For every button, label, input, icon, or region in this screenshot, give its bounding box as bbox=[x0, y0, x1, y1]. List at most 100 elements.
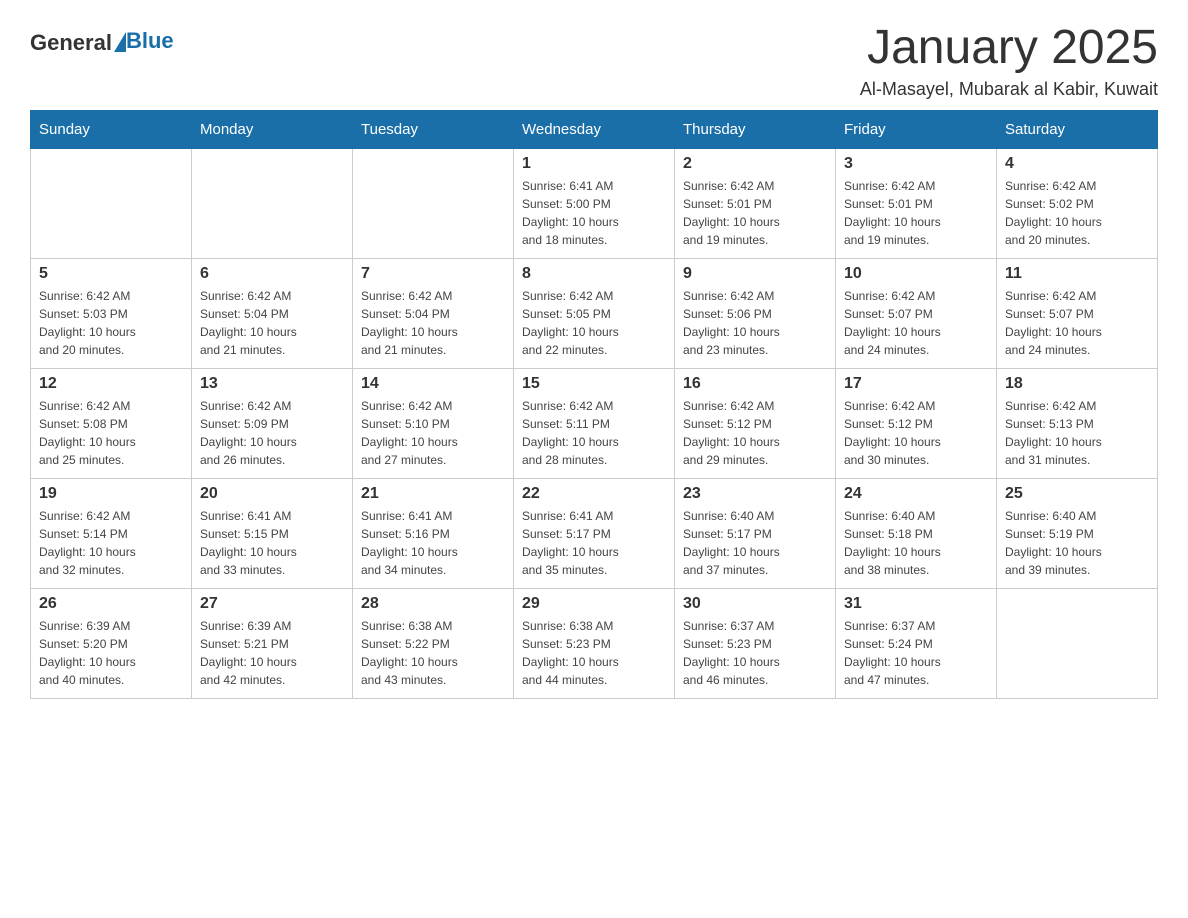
location-subtitle: Al-Masayel, Mubarak al Kabir, Kuwait bbox=[860, 79, 1158, 100]
calendar-cell: 27 Sunrise: 6:39 AM Sunset: 5:21 PM Dayli… bbox=[192, 589, 353, 699]
day-number: 27 bbox=[200, 595, 344, 613]
day-number: 4 bbox=[1005, 155, 1149, 173]
title-area: January 2025 Al-Masayel, Mubarak al Kabi… bbox=[860, 20, 1158, 100]
calendar-week-3: 12 Sunrise: 6:42 AM Sunset: 5:08 PM Dayli… bbox=[31, 369, 1158, 479]
day-info: Sunrise: 6:42 AM Sunset: 5:01 PM Dayligh… bbox=[683, 177, 827, 249]
day-info: Sunrise: 6:42 AM Sunset: 5:09 PM Dayligh… bbox=[200, 397, 344, 469]
day-number: 12 bbox=[39, 375, 183, 393]
day-number: 8 bbox=[522, 265, 666, 283]
calendar-cell bbox=[997, 589, 1158, 699]
day-number: 13 bbox=[200, 375, 344, 393]
calendar-cell: 30 Sunrise: 6:37 AM Sunset: 5:23 PM Dayli… bbox=[675, 589, 836, 699]
calendar-cell: 29 Sunrise: 6:38 AM Sunset: 5:23 PM Dayli… bbox=[514, 589, 675, 699]
day-number: 26 bbox=[39, 595, 183, 613]
day-info: Sunrise: 6:40 AM Sunset: 5:17 PM Dayligh… bbox=[683, 507, 827, 579]
day-number: 18 bbox=[1005, 375, 1149, 393]
day-number: 16 bbox=[683, 375, 827, 393]
day-info: Sunrise: 6:42 AM Sunset: 5:12 PM Dayligh… bbox=[844, 397, 988, 469]
day-info: Sunrise: 6:41 AM Sunset: 5:00 PM Dayligh… bbox=[522, 177, 666, 249]
calendar-cell bbox=[353, 149, 514, 259]
day-number: 17 bbox=[844, 375, 988, 393]
day-info: Sunrise: 6:39 AM Sunset: 5:20 PM Dayligh… bbox=[39, 617, 183, 689]
day-info: Sunrise: 6:41 AM Sunset: 5:17 PM Dayligh… bbox=[522, 507, 666, 579]
day-number: 10 bbox=[844, 265, 988, 283]
day-info: Sunrise: 6:39 AM Sunset: 5:21 PM Dayligh… bbox=[200, 617, 344, 689]
day-info: Sunrise: 6:42 AM Sunset: 5:07 PM Dayligh… bbox=[1005, 287, 1149, 359]
day-info: Sunrise: 6:42 AM Sunset: 5:05 PM Dayligh… bbox=[522, 287, 666, 359]
calendar-cell: 22 Sunrise: 6:41 AM Sunset: 5:17 PM Dayli… bbox=[514, 479, 675, 589]
header-tuesday: Tuesday bbox=[353, 111, 514, 149]
day-number: 14 bbox=[361, 375, 505, 393]
day-info: Sunrise: 6:42 AM Sunset: 5:04 PM Dayligh… bbox=[361, 287, 505, 359]
day-number: 9 bbox=[683, 265, 827, 283]
day-number: 2 bbox=[683, 155, 827, 173]
day-info: Sunrise: 6:42 AM Sunset: 5:14 PM Dayligh… bbox=[39, 507, 183, 579]
calendar-cell: 7 Sunrise: 6:42 AM Sunset: 5:04 PM Daylig… bbox=[353, 259, 514, 369]
calendar-cell: 3 Sunrise: 6:42 AM Sunset: 5:01 PM Daylig… bbox=[836, 149, 997, 259]
calendar-cell: 5 Sunrise: 6:42 AM Sunset: 5:03 PM Daylig… bbox=[31, 259, 192, 369]
header-sunday: Sunday bbox=[31, 111, 192, 149]
calendar-week-5: 26 Sunrise: 6:39 AM Sunset: 5:20 PM Dayli… bbox=[31, 589, 1158, 699]
calendar-cell: 12 Sunrise: 6:42 AM Sunset: 5:08 PM Dayli… bbox=[31, 369, 192, 479]
day-info: Sunrise: 6:41 AM Sunset: 5:15 PM Dayligh… bbox=[200, 507, 344, 579]
calendar-cell: 14Sunrise: 6:42 AM Sunset: 5:10 PM Dayli… bbox=[353, 369, 514, 479]
calendar-cell: 26 Sunrise: 6:39 AM Sunset: 5:20 PM Dayli… bbox=[31, 589, 192, 699]
calendar-cell: 20 Sunrise: 6:41 AM Sunset: 5:15 PM Dayli… bbox=[192, 479, 353, 589]
calendar-cell: 13 Sunrise: 6:42 AM Sunset: 5:09 PM Dayli… bbox=[192, 369, 353, 479]
day-info: Sunrise: 6:42 AM Sunset: 5:08 PM Dayligh… bbox=[39, 397, 183, 469]
calendar-cell: 16Sunrise: 6:42 AM Sunset: 5:12 PM Dayli… bbox=[675, 369, 836, 479]
day-info: Sunrise: 6:42 AM Sunset: 5:06 PM Dayligh… bbox=[683, 287, 827, 359]
day-number: 20 bbox=[200, 485, 344, 503]
day-info: Sunrise: 6:37 AM Sunset: 5:23 PM Dayligh… bbox=[683, 617, 827, 689]
header-monday: Monday bbox=[192, 111, 353, 149]
header-friday: Friday bbox=[836, 111, 997, 149]
calendar-week-4: 19Sunrise: 6:42 AM Sunset: 5:14 PM Dayli… bbox=[31, 479, 1158, 589]
day-number: 6 bbox=[200, 265, 344, 283]
day-number: 30 bbox=[683, 595, 827, 613]
month-title: January 2025 bbox=[860, 20, 1158, 75]
day-number: 5 bbox=[39, 265, 183, 283]
day-info: Sunrise: 6:40 AM Sunset: 5:19 PM Dayligh… bbox=[1005, 507, 1149, 579]
calendar-cell: 28Sunrise: 6:38 AM Sunset: 5:22 PM Dayli… bbox=[353, 589, 514, 699]
calendar-cell: 31 Sunrise: 6:37 AM Sunset: 5:24 PM Dayli… bbox=[836, 589, 997, 699]
day-number: 29 bbox=[522, 595, 666, 613]
calendar-cell: 10 Sunrise: 6:42 AM Sunset: 5:07 PM Dayli… bbox=[836, 259, 997, 369]
day-info: Sunrise: 6:42 AM Sunset: 5:01 PM Dayligh… bbox=[844, 177, 988, 249]
calendar-cell: 24Sunrise: 6:40 AM Sunset: 5:18 PM Dayli… bbox=[836, 479, 997, 589]
day-number: 7 bbox=[361, 265, 505, 283]
logo-blue-text: Blue bbox=[126, 28, 174, 54]
day-number: 28 bbox=[361, 595, 505, 613]
day-info: Sunrise: 6:37 AM Sunset: 5:24 PM Dayligh… bbox=[844, 617, 988, 689]
calendar-cell: 2 Sunrise: 6:42 AM Sunset: 5:01 PM Daylig… bbox=[675, 149, 836, 259]
day-number: 21 bbox=[361, 485, 505, 503]
calendar-week-1: 1Sunrise: 6:41 AM Sunset: 5:00 PM Daylig… bbox=[31, 149, 1158, 259]
day-number: 15 bbox=[522, 375, 666, 393]
logo-general-text: General bbox=[30, 30, 112, 56]
day-info: Sunrise: 6:42 AM Sunset: 5:03 PM Dayligh… bbox=[39, 287, 183, 359]
calendar-cell: 4 Sunrise: 6:42 AM Sunset: 5:02 PM Daylig… bbox=[997, 149, 1158, 259]
header-saturday: Saturday bbox=[997, 111, 1158, 149]
day-number: 3 bbox=[844, 155, 988, 173]
day-number: 25 bbox=[1005, 485, 1149, 503]
header-wednesday: Wednesday bbox=[514, 111, 675, 149]
day-number: 11 bbox=[1005, 265, 1149, 283]
calendar-cell: 18 Sunrise: 6:42 AM Sunset: 5:13 PM Dayli… bbox=[997, 369, 1158, 479]
day-info: Sunrise: 6:38 AM Sunset: 5:23 PM Dayligh… bbox=[522, 617, 666, 689]
header-thursday: Thursday bbox=[675, 111, 836, 149]
calendar-header-row: SundayMondayTuesdayWednesdayThursdayFrid… bbox=[31, 111, 1158, 149]
logo-triangle-icon bbox=[114, 32, 126, 52]
day-info: Sunrise: 6:42 AM Sunset: 5:07 PM Dayligh… bbox=[844, 287, 988, 359]
calendar-cell: 11 Sunrise: 6:42 AM Sunset: 5:07 PM Dayli… bbox=[997, 259, 1158, 369]
calendar-week-2: 5 Sunrise: 6:42 AM Sunset: 5:03 PM Daylig… bbox=[31, 259, 1158, 369]
logo: General Blue bbox=[30, 30, 174, 56]
calendar-cell: 23Sunrise: 6:40 AM Sunset: 5:17 PM Dayli… bbox=[675, 479, 836, 589]
day-number: 31 bbox=[844, 595, 988, 613]
day-number: 22 bbox=[522, 485, 666, 503]
page-header: General Blue January 2025 Al-Masayel, Mu… bbox=[30, 20, 1158, 100]
calendar-cell: 8 Sunrise: 6:42 AM Sunset: 5:05 PM Daylig… bbox=[514, 259, 675, 369]
day-number: 24 bbox=[844, 485, 988, 503]
day-info: Sunrise: 6:42 AM Sunset: 5:04 PM Dayligh… bbox=[200, 287, 344, 359]
day-info: Sunrise: 6:42 AM Sunset: 5:11 PM Dayligh… bbox=[522, 397, 666, 469]
day-info: Sunrise: 6:42 AM Sunset: 5:02 PM Dayligh… bbox=[1005, 177, 1149, 249]
day-info: Sunrise: 6:42 AM Sunset: 5:13 PM Dayligh… bbox=[1005, 397, 1149, 469]
